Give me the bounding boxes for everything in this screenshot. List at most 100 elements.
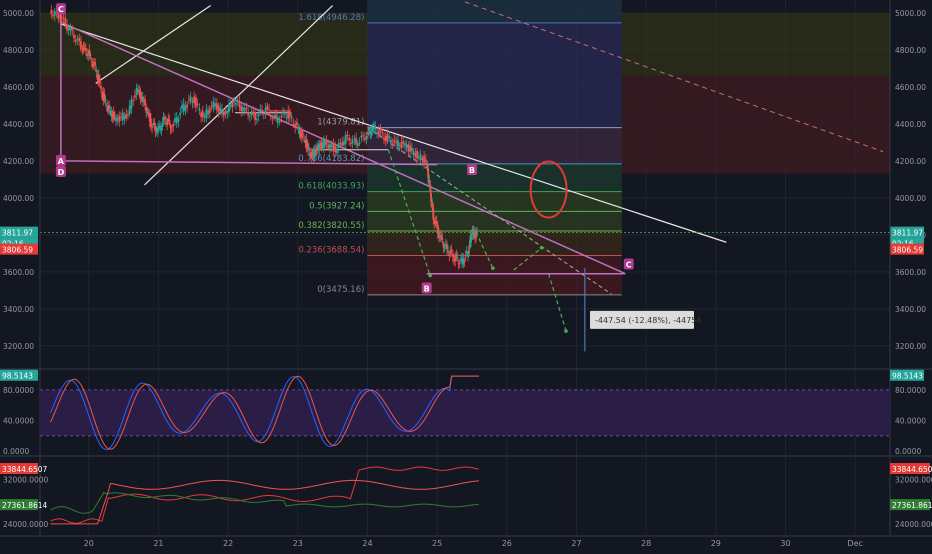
candle-body	[302, 133, 304, 135]
candle-body	[125, 114, 128, 119]
candle-body	[414, 153, 417, 158]
fib-label-0.382: 0.382(3820.55)	[298, 221, 364, 231]
candle-body	[67, 28, 70, 31]
candle-body	[410, 147, 413, 152]
candle-body	[341, 142, 344, 146]
candle-body	[250, 111, 253, 116]
candle-body	[229, 104, 232, 107]
candle-body	[268, 109, 270, 111]
x-tick-22: 22	[223, 539, 233, 548]
candle-body	[210, 106, 213, 108]
candle-body	[259, 109, 262, 111]
candle-body	[292, 123, 295, 125]
candle-body	[226, 110, 229, 114]
candle-body	[228, 103, 230, 113]
candle-body	[60, 18, 63, 21]
y-tick-left-3200: 3200.00	[3, 342, 34, 351]
lower-red-tag-left: 33844.6507	[0, 463, 48, 475]
lower-tick-left-24000: 24000.0000	[3, 520, 49, 529]
fib-label-0: 0(3475.16)	[317, 285, 364, 295]
candle-body	[252, 111, 255, 115]
candle-body	[350, 143, 352, 145]
candle-body	[170, 129, 173, 131]
x-tick-23: 23	[293, 539, 303, 548]
candle-body	[245, 107, 248, 110]
candle-body	[360, 135, 363, 138]
candle-body	[398, 145, 401, 147]
candle-body	[348, 138, 351, 141]
candle-body	[397, 139, 399, 147]
fib-band-0.618	[367, 163, 622, 192]
trading-chart[interactable]: 1.618(4946.28) 1(4379.81) 0.786(4183.82) 0.…	[0, 0, 932, 550]
stoch-band	[40, 389, 890, 436]
candle-body	[287, 110, 290, 119]
candle-body	[196, 103, 199, 105]
candle-body	[74, 40, 77, 42]
candle-body	[393, 139, 396, 143]
candle-body	[407, 144, 410, 152]
pattern-label-text: D	[58, 168, 65, 177]
candle-body	[476, 233, 478, 235]
candle-body	[391, 143, 394, 146]
candle-body	[374, 125, 377, 130]
candle-body	[121, 112, 124, 121]
candle-body	[371, 128, 374, 131]
fib-label-1: 1(4379.81)	[317, 118, 364, 128]
pattern-label-text: B	[424, 284, 430, 293]
y-tick-left-5000: 5000.00	[3, 9, 34, 18]
prev-close-tag-right: 3806.59	[890, 243, 924, 255]
candle-body	[62, 16, 65, 18]
candle-body	[221, 109, 223, 114]
y-tick-right-5000: 5000.00	[895, 9, 926, 18]
candle-body	[186, 104, 189, 108]
candle-body	[419, 154, 422, 161]
candle-body	[271, 117, 274, 119]
candle-body	[448, 254, 451, 256]
pattern-label-b: B	[421, 282, 432, 294]
prev-close-tag-right-text: 3806.59	[892, 246, 923, 255]
candle-body	[130, 99, 133, 109]
fib-label-0.786: 0.786(4183.82)	[298, 154, 364, 164]
x-tick-28: 28	[641, 539, 651, 548]
candle-body	[355, 138, 358, 145]
candle-body	[123, 115, 126, 120]
candle-body	[82, 47, 85, 51]
candle-body	[337, 142, 340, 148]
zone-yellow-right	[621, 12, 890, 76]
candle-body	[193, 96, 196, 104]
candle-body	[289, 111, 291, 117]
candle-body	[169, 125, 172, 129]
y-tick-left-4000: 4000.00	[3, 194, 34, 203]
candle-body	[208, 108, 211, 113]
candle-body	[332, 144, 335, 152]
measure-label: -447.54 (-12.48%), -44754	[595, 316, 701, 325]
candle-body	[247, 112, 250, 116]
fib-band-0.382	[367, 211, 622, 232]
candle-body	[275, 114, 277, 119]
candle-body	[296, 122, 298, 125]
arrow-head-3	[539, 245, 544, 250]
stoch-tag-left-text: 98.5143	[2, 372, 33, 381]
candle-body	[264, 107, 267, 114]
y-tick-right-4400: 4400.00	[895, 120, 926, 129]
candle-body	[395, 142, 398, 144]
candle-body	[134, 95, 136, 98]
candle-body	[376, 132, 378, 134]
candle-body	[120, 117, 122, 119]
x-tick-24: 24	[362, 539, 372, 548]
stoch-tick-right-80: 80.0000	[895, 386, 926, 395]
lower-tick-right-24000: 24000.0000	[895, 520, 932, 529]
candle-body	[368, 128, 371, 131]
y-tick-left-4800: 4800.00	[3, 46, 34, 55]
candle-body	[404, 143, 406, 146]
candle-body	[128, 105, 131, 115]
candle-body	[458, 262, 461, 264]
candle-body	[346, 134, 349, 136]
candle-body	[416, 150, 419, 159]
candle-body	[64, 18, 67, 24]
y-tick-left-3400: 3400.00	[3, 305, 34, 314]
candle-body	[168, 119, 171, 122]
candle-body	[405, 144, 408, 148]
candle-body	[189, 96, 192, 101]
candle-body	[451, 253, 454, 258]
